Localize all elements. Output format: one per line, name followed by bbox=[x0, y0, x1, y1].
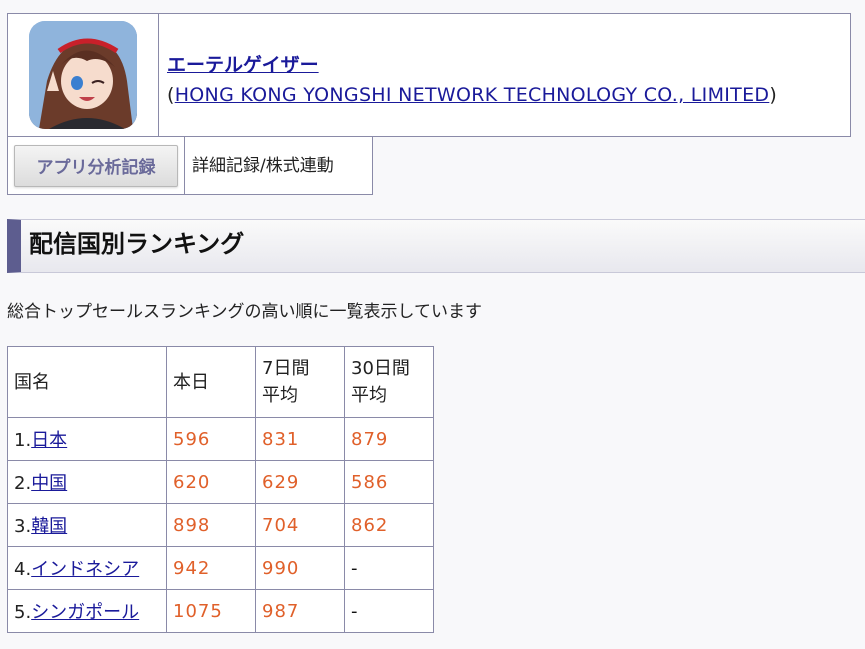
developer-link[interactable]: HONG KONG YONGSHI NETWORK TECHNOLOGY CO.… bbox=[175, 84, 770, 106]
country-link[interactable]: 日本 bbox=[31, 430, 67, 451]
week-value: 704 bbox=[255, 503, 345, 547]
country-cell: 1.日本 bbox=[7, 417, 167, 461]
table-row: 1.日本 596 831 879 bbox=[7, 417, 434, 461]
section-description: 総合トップセールスランキングの高い順に一覧表示しています bbox=[7, 302, 482, 322]
today-value: 1075 bbox=[166, 589, 256, 633]
action-row: アプリ分析記録 詳細記録/株式連動 bbox=[7, 137, 373, 195]
country-link[interactable]: シンガポール bbox=[31, 602, 139, 623]
header-today: 本日 bbox=[166, 346, 256, 418]
header-month: 30日間平均 bbox=[344, 346, 434, 418]
header-month-line2: 平均 bbox=[351, 385, 387, 406]
header-week: 7日間平均 bbox=[255, 346, 345, 418]
month-value: 862 bbox=[344, 503, 434, 547]
country-link[interactable]: インドネシア bbox=[31, 559, 139, 580]
country-cell: 4.インドネシア bbox=[7, 546, 167, 590]
section-title: 配信国別ランキング bbox=[7, 219, 865, 273]
rank-number: 1. bbox=[14, 430, 32, 451]
developer-close-paren: ) bbox=[769, 84, 778, 106]
country-link[interactable]: 中国 bbox=[31, 473, 67, 494]
header-country: 国名 bbox=[7, 346, 167, 418]
week-value: 987 bbox=[255, 589, 345, 633]
app-icon-cell bbox=[8, 14, 159, 136]
header-week-line1: 7日間 bbox=[262, 358, 310, 379]
today-value: 620 bbox=[166, 460, 256, 504]
week-value: 990 bbox=[255, 546, 345, 590]
header-week-line2: 平均 bbox=[262, 385, 298, 406]
today-value: 898 bbox=[166, 503, 256, 547]
app-info: エーテルゲイザー (HONG KONG YONGSHI NETWORK TECH… bbox=[159, 14, 850, 136]
today-value: 596 bbox=[166, 417, 256, 461]
month-value: 586 bbox=[344, 460, 434, 504]
today-value: 942 bbox=[166, 546, 256, 590]
header-month-line1: 30日間 bbox=[351, 358, 410, 379]
table-row: 2.中国 620 629 586 bbox=[7, 460, 434, 504]
country-cell: 5.シンガポール bbox=[7, 589, 167, 633]
country-ranking-table: 国名 本日 7日間平均 30日間平均 1.日本 596 831 879 2.中国… bbox=[7, 346, 434, 633]
country-cell: 2.中国 bbox=[7, 460, 167, 504]
developer-open-paren: ( bbox=[167, 84, 175, 106]
app-title-link[interactable]: エーテルゲイザー bbox=[167, 54, 319, 76]
analysis-button-cell: アプリ分析記録 bbox=[7, 137, 185, 195]
week-value: 831 bbox=[255, 417, 345, 461]
table-row: 3.韓国 898 704 862 bbox=[7, 503, 434, 547]
week-value: 629 bbox=[255, 460, 345, 504]
app-card: エーテルゲイザー (HONG KONG YONGSHI NETWORK TECH… bbox=[7, 13, 851, 137]
table-row: 5.シンガポール 1075 987 - bbox=[7, 589, 434, 633]
rank-number: 3. bbox=[14, 516, 32, 537]
rank-number: 4. bbox=[14, 559, 32, 580]
table-header-row: 国名 本日 7日間平均 30日間平均 bbox=[7, 346, 434, 418]
rank-number: 2. bbox=[14, 473, 32, 494]
rank-number: 5. bbox=[14, 602, 32, 623]
country-cell: 3.韓国 bbox=[7, 503, 167, 547]
month-value: 879 bbox=[344, 417, 434, 461]
developer-line: (HONG KONG YONGSHI NETWORK TECHNOLOGY CO… bbox=[167, 80, 850, 110]
app-analysis-button[interactable]: アプリ分析記録 bbox=[14, 144, 178, 187]
table-row: 4.インドネシア 942 990 - bbox=[7, 546, 434, 590]
anime-character-icon bbox=[29, 21, 137, 129]
detail-record-text: 詳細記録/株式連動 bbox=[185, 137, 373, 195]
month-value: - bbox=[344, 546, 434, 590]
month-value: - bbox=[344, 589, 434, 633]
country-link[interactable]: 韓国 bbox=[31, 516, 67, 537]
app-icon[interactable] bbox=[29, 21, 137, 129]
